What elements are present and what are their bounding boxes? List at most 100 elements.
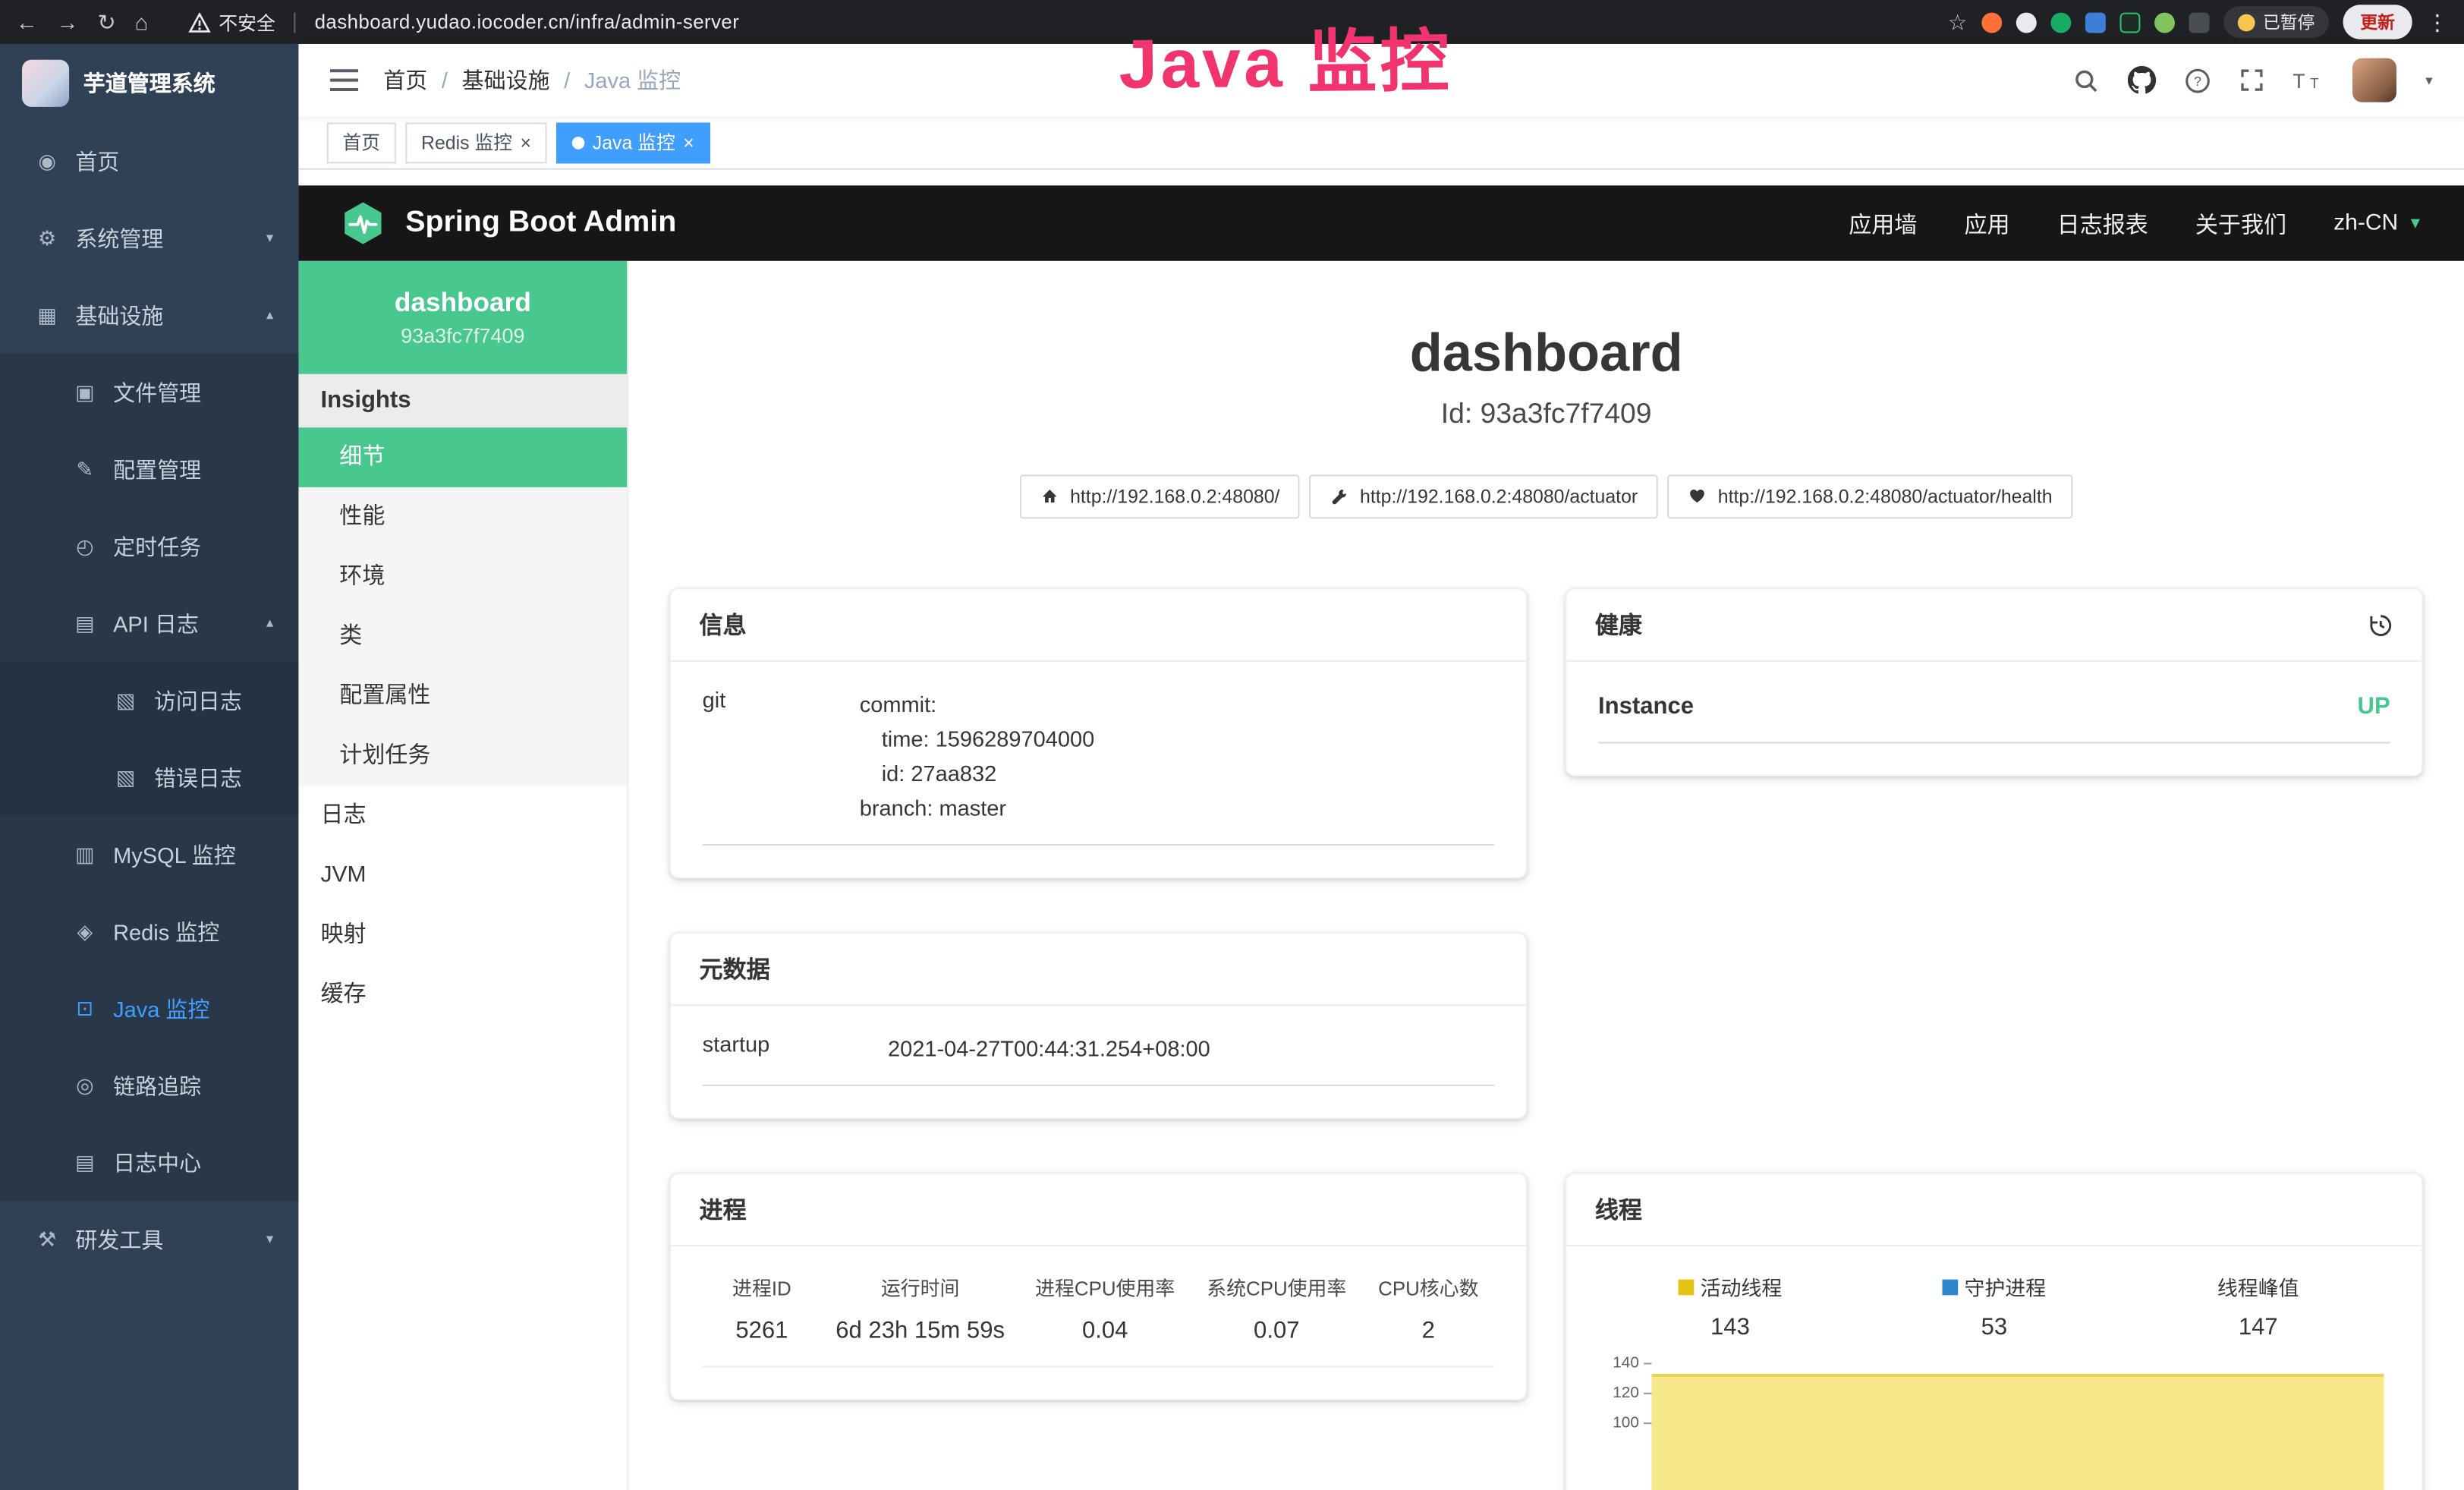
sidebar-item-scheduled-tasks[interactable]: ◴ 定时任务 xyxy=(0,508,298,584)
sidebar-item-home[interactable]: ◉ 首页 xyxy=(0,123,298,200)
chevron-down-icon[interactable]: ▾ xyxy=(2425,71,2432,89)
extension-icon[interactable] xyxy=(2085,12,2106,33)
health-instance-label: Instance xyxy=(1598,693,1694,720)
menu-item-metrics[interactable]: 性能 xyxy=(298,487,627,547)
security-indicator[interactable]: 不安全 xyxy=(189,8,275,35)
reload-icon[interactable]: ↻ xyxy=(97,8,115,35)
sba-nav-wallboard[interactable]: 应用墙 xyxy=(1849,206,1917,239)
fullscreen-icon[interactable] xyxy=(2240,68,2265,93)
tags-bar: 首页 Redis 监控 × Java 监控 × xyxy=(298,116,2464,169)
menu-item-jvm[interactable]: JVM xyxy=(298,846,627,906)
menu-item-logs[interactable]: 日志 xyxy=(298,786,627,846)
menu-item-caches[interactable]: 缓存 xyxy=(298,965,627,1025)
sba-nav-about[interactable]: 关于我们 xyxy=(2195,206,2286,239)
sidebar-item-java-monitor[interactable]: ⊡ Java 监控 xyxy=(0,970,298,1047)
sba-instance-menu: dashboard 93a3fc7f7409 Insights 细节 性能 环境… xyxy=(298,261,628,1490)
sidebar-item-access-logs[interactable]: ▧ 访问日志 xyxy=(0,662,298,739)
health-card-title: 健康 xyxy=(1595,608,1642,641)
metadata-card-title: 元数据 xyxy=(700,953,770,985)
process-cpu-header: 进程CPU使用率 xyxy=(1019,1271,1191,1301)
instance-header[interactable]: dashboard 93a3fc7f7409 xyxy=(298,261,627,374)
extension-icon[interactable] xyxy=(2154,12,2175,33)
extension-icon[interactable] xyxy=(2016,12,2037,33)
user-avatar[interactable] xyxy=(2353,58,2397,102)
hamburger-icon[interactable] xyxy=(330,69,358,91)
sidebar-item-file-management[interactable]: ▣ 文件管理 xyxy=(0,354,298,430)
sba-nav-applications[interactable]: 应用 xyxy=(1965,206,2010,239)
browser-menu-icon[interactable]: ⋮ xyxy=(2426,8,2448,35)
extension-icon[interactable] xyxy=(1981,12,2002,33)
threads-chart-y-axis: 140 120 100 xyxy=(1598,1362,1651,1490)
tag-java-monitor[interactable]: Java 监控 × xyxy=(556,121,710,162)
database-icon: ▥ xyxy=(72,842,97,867)
chevron-up-icon: ▴ xyxy=(266,615,273,632)
extension-puzzle-icon[interactable] xyxy=(2189,12,2210,33)
history-icon[interactable] xyxy=(2368,613,2393,638)
search-icon[interactable] xyxy=(2073,67,2100,93)
update-button[interactable]: 更新 xyxy=(2343,5,2412,39)
sidebar-item-mysql-monitor[interactable]: ▥ MySQL 监控 xyxy=(0,816,298,893)
doc-icon: ▧ xyxy=(113,688,138,713)
daemon-threads-value: 53 xyxy=(1862,1314,2126,1340)
service-url-link[interactable]: http://192.168.0.2:48080/ xyxy=(1020,474,1301,518)
menu-item-classes[interactable]: 类 xyxy=(298,606,627,666)
health-card: 健康 Instance UP xyxy=(1566,587,2424,776)
bookmark-star-icon[interactable]: ☆ xyxy=(1948,8,1968,35)
redis-icon: ◈ xyxy=(72,918,97,943)
extension-icon[interactable] xyxy=(2050,12,2071,33)
sidebar-item-tracing[interactable]: ◎ 链路追踪 xyxy=(0,1047,298,1123)
sba-nav-journal[interactable]: 日志报表 xyxy=(2057,206,2148,239)
menu-item-environment[interactable]: 环境 xyxy=(298,547,627,607)
tag-home[interactable]: 首页 xyxy=(327,121,396,162)
menu-item-config-props[interactable]: 配置属性 xyxy=(298,666,627,726)
instance-name: dashboard xyxy=(395,288,531,319)
threads-legend: 活动线程 守护进程 线程峰值 143 53 147 xyxy=(1598,1271,2390,1340)
font-size-icon[interactable]: TT xyxy=(2293,68,2324,93)
actuator-url-link[interactable]: http://192.168.0.2:48080/actuator xyxy=(1310,474,1658,518)
threads-card: 线程 活动线程 守护进程 xyxy=(1566,1173,2424,1490)
cpu-cores-header: CPU核心数 xyxy=(1362,1271,1494,1301)
github-icon[interactable] xyxy=(2129,66,2157,94)
sba-content: dashboard Id: 93a3fc7f7409 http://192.16… xyxy=(628,261,2464,1490)
back-icon[interactable]: ← xyxy=(16,9,38,34)
git-commit-label: commit: xyxy=(860,687,1495,722)
locale-selector[interactable]: zh-CN ▼ xyxy=(2333,210,2423,235)
sidebar-item-dev-tools[interactable]: ⚒ 研发工具 ▾ xyxy=(0,1201,298,1277)
sidebar-item-error-logs[interactable]: ▧ 错误日志 xyxy=(0,739,298,815)
cards-grid: 信息 git commit: time: 1596289704000 id: 2… xyxy=(669,587,2423,1490)
git-commit-id: id: 27aa832 xyxy=(860,756,1495,791)
paused-badge[interactable]: 已暂停 xyxy=(2223,6,2329,37)
git-branch: branch: master xyxy=(860,791,1495,826)
breadcrumb-infrastructure[interactable]: 基础设施 xyxy=(462,65,550,96)
app-sidebar: 芋道管理系统 ◉ 首页 ⚙ 系统管理 ▾ ▦ 基础设施 ▴ ▣ 文件管理 ✎ 配… xyxy=(0,44,298,1490)
live-threads-area xyxy=(1651,1374,2384,1490)
help-icon[interactable]: ? xyxy=(2185,67,2211,93)
close-icon[interactable]: × xyxy=(520,131,531,153)
sidebar-item-config-management[interactable]: ✎ 配置管理 xyxy=(0,430,298,507)
sidebar-item-log-center[interactable]: ▤ 日志中心 xyxy=(0,1124,298,1201)
tag-redis-monitor[interactable]: Redis 监控 × xyxy=(405,121,546,162)
home-icon[interactable]: ⌂ xyxy=(135,9,149,34)
forward-icon[interactable]: → xyxy=(57,9,79,34)
health-status-badge: UP xyxy=(2358,693,2390,720)
process-card: 进程 进程ID 运行时间 进程CPU使用率 系统CPU使用率 CPU核心数 52… xyxy=(669,1173,1528,1400)
health-url-link[interactable]: http://192.168.0.2:48080/actuator/health xyxy=(1668,474,2073,518)
sidebar-item-redis-monitor[interactable]: ◈ Redis 监控 xyxy=(0,893,298,969)
address-bar[interactable]: dashboard.yudao.iocoder.cn/infra/admin-s… xyxy=(315,11,740,33)
sidebar-item-infrastructure[interactable]: ▦ 基础设施 ▴ xyxy=(0,276,298,353)
warning-icon xyxy=(189,12,211,33)
sidebar-item-api-logs[interactable]: ▤ API 日志 ▴ xyxy=(0,584,298,661)
startup-value: 2021-04-27T00:44:31.254+08:00 xyxy=(888,1031,1494,1066)
menu-item-scheduled-tasks[interactable]: 计划任务 xyxy=(298,726,627,786)
daemon-threads-label: 守护进程 xyxy=(1964,1271,2046,1301)
breadcrumb-home[interactable]: 首页 xyxy=(383,65,427,96)
extension-on-icon[interactable] xyxy=(2120,12,2141,33)
sidebar-item-system-management[interactable]: ⚙ 系统管理 ▾ xyxy=(0,200,298,276)
gear-icon: ⚙ xyxy=(35,225,60,250)
close-icon[interactable]: × xyxy=(683,131,694,153)
threads-chart-plot xyxy=(1651,1362,2390,1490)
menu-item-mappings[interactable]: 映射 xyxy=(298,906,627,966)
app-logo-row[interactable]: 芋道管理系统 xyxy=(0,44,298,123)
instance-links: http://192.168.0.2:48080/ http://192.168… xyxy=(628,474,2464,518)
menu-item-details[interactable]: 细节 xyxy=(298,427,627,487)
